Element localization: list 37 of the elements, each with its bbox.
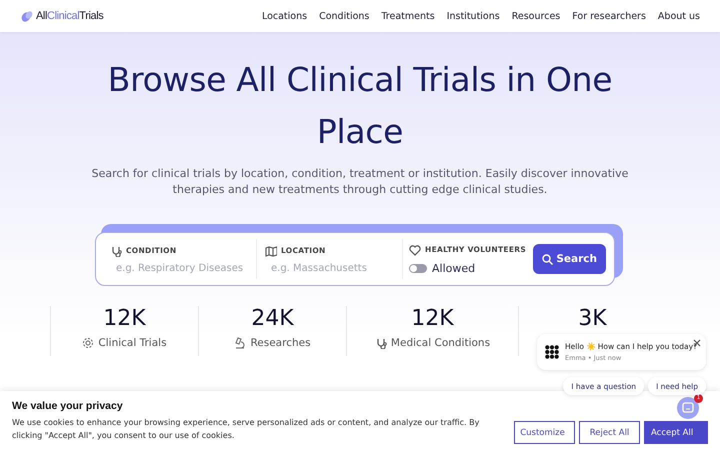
nav-link[interactable]: Resources: [512, 10, 560, 22]
page-subtitle: Search for clinical trials by location, condition, treatment or institution. Easily discover innovative therapies and new treatments through cutting edge clinical studies.: [90, 166, 630, 198]
toggle-switch[interactable]: [409, 264, 427, 272]
nav-link[interactable]: Locations: [262, 10, 308, 22]
cookie-title: We value your privacy: [12, 400, 124, 412]
stat-value: 3K: [578, 306, 607, 331]
heart-icon: [409, 244, 421, 256]
nav-link[interactable]: Institutions: [446, 10, 500, 22]
nav-link[interactable]: About us: [658, 10, 700, 22]
search-icon: [542, 254, 554, 264]
stat-value: 12K: [103, 306, 146, 331]
gear-icon: [82, 337, 94, 349]
stat-label: Medical Conditions: [390, 337, 490, 349]
reject-button[interactable]: Reject All: [579, 421, 640, 444]
nav-link[interactable]: Conditions: [319, 10, 370, 22]
microscope-icon: [234, 337, 246, 349]
logo-icon: [20, 9, 34, 23]
nav-link[interactable]: Treatments: [381, 10, 435, 22]
stethoscope-icon: [110, 244, 122, 256]
nav-link[interactable]: For researchers: [572, 10, 646, 22]
logo[interactable]: AllClinicalTrials: [20, 9, 104, 23]
cookie-text: We use cookies to enhance your browsing experience, serve personalized ads or content, and analyze our traffic. By clicking "Accept All", you consent to our use of cookies.: [12, 416, 480, 442]
stat-label: Researches: [250, 337, 311, 349]
search-button[interactable]: Search: [533, 244, 606, 274]
accept-button[interactable]: Accept All: [644, 421, 708, 444]
map-icon: [265, 244, 277, 256]
input-field[interactable]: e.g. Massachusetts: [265, 262, 411, 274]
grid-icon: [545, 345, 559, 359]
customize-button[interactable]: Customize: [514, 421, 575, 444]
toggle-label: Allowed: [432, 262, 476, 274]
stethoscope-icon: [374, 337, 387, 349]
stat-label: Clinical Trials: [98, 337, 167, 349]
input-field[interactable]: e.g. Respiratory Diseases: [110, 262, 256, 274]
chat-icon: [682, 402, 694, 414]
stat-value: 24K: [251, 306, 294, 331]
page-title: Browse All Clinical Trials in One Place: [106, 59, 614, 153]
stat-value: 12K: [411, 306, 454, 331]
